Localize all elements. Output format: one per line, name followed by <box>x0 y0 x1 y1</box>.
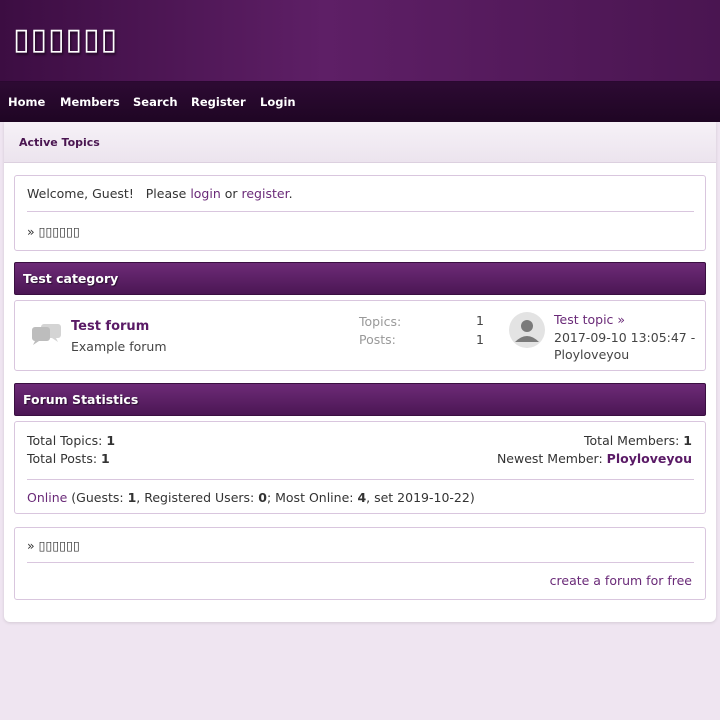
create-forum-link[interactable]: create a forum for free <box>550 573 692 588</box>
welcome-or: or <box>220 186 242 201</box>
welcome-prefix: Welcome, Guest! Please <box>27 186 191 201</box>
category-title[interactable]: Test category <box>23 271 118 286</box>
divider <box>27 211 694 212</box>
footer-board-link[interactable]: » ▯▯▯▯▯▯ <box>27 538 80 553</box>
avatar[interactable] <box>509 312 545 351</box>
last-post-arrow[interactable]: » <box>617 312 625 327</box>
total-topics: Total Topics: 1 <box>27 433 115 448</box>
last-post-topic-link[interactable]: Test topic <box>554 312 613 327</box>
welcome-text: Welcome, Guest! Please login or register… <box>27 186 293 201</box>
newest-member-label: Newest Member: <box>496 451 607 466</box>
divider <box>27 562 694 563</box>
board-index-link[interactable]: » ▯▯▯▯▯▯ <box>27 224 80 239</box>
site-title[interactable]: ▯▯▯▯▯▯ <box>13 22 118 57</box>
online-link[interactable]: Online <box>27 490 67 505</box>
last-post-author[interactable]: Ployloveyou <box>554 347 629 362</box>
most-online-date: , set 2019-10-22) <box>366 490 475 505</box>
footer-box: » ▯▯▯▯▯▯ create a forum for free <box>14 527 706 600</box>
nav-login[interactable]: Login <box>260 95 296 109</box>
total-members-value: 1 <box>683 433 692 448</box>
forum-name-link[interactable]: Test forum <box>71 319 149 334</box>
main-nav: Home Members Search Register Login <box>0 82 720 122</box>
most-online-value: 4 <box>357 490 367 505</box>
total-posts-value: 1 <box>101 451 110 466</box>
nav-search[interactable]: Search <box>133 95 178 109</box>
welcome-dot: . <box>288 186 293 201</box>
posts-count: 1 <box>476 332 484 347</box>
most-online-label: ; Most Online: <box>266 490 358 505</box>
newest-member: Newest Member: Ployloveyou <box>497 451 692 466</box>
active-topics-link[interactable]: Active Topics <box>19 136 100 149</box>
category-header: Test category <box>14 262 706 295</box>
registered-label: , Registered Users: <box>136 490 259 505</box>
newest-member-link[interactable]: Ployloveyou <box>607 451 692 466</box>
statistics-box: Total Topics: 1 Total Posts: 1 Total Mem… <box>14 421 706 514</box>
nav-register[interactable]: Register <box>191 95 246 109</box>
total-topics-label: Total Topics: <box>27 433 107 448</box>
posts-label: Posts: <box>359 332 396 347</box>
guests-label: (Guests: <box>67 490 128 505</box>
forum-description: Example forum <box>71 339 167 354</box>
total-members-label: Total Members: <box>584 433 684 448</box>
last-post-topic: Test topic » <box>554 312 625 327</box>
breadcrumb: Active Topics <box>4 122 716 163</box>
last-post-date: 2017-09-10 13:05:47 - <box>554 330 696 345</box>
login-link[interactable]: login <box>190 186 220 201</box>
total-posts-label: Total Posts: <box>27 451 102 466</box>
nav-home[interactable]: Home <box>8 95 45 109</box>
forum-row: Test forum Example forum Topics: 1 Posts… <box>14 300 706 371</box>
nav-members[interactable]: Members <box>60 95 120 109</box>
register-link[interactable]: register <box>242 186 289 201</box>
statistics-header: Forum Statistics <box>14 383 706 416</box>
total-members: Total Members: 1 <box>584 433 692 448</box>
guests-value: 1 <box>127 490 137 505</box>
total-topics-value: 1 <box>106 433 116 448</box>
statistics-title: Forum Statistics <box>23 392 139 407</box>
site-header: ▯▯▯▯▯▯ <box>0 0 720 82</box>
topics-label: Topics: <box>359 314 402 329</box>
total-posts: Total Posts: 1 <box>27 451 110 466</box>
topics-count: 1 <box>476 313 484 328</box>
online-stats: Online (Guests: 1, Registered Users: 0; … <box>27 490 475 505</box>
welcome-box: Welcome, Guest! Please login or register… <box>14 175 706 251</box>
registered-value: 0 <box>258 490 267 505</box>
divider <box>27 479 694 480</box>
forum-bubbles-icon <box>30 321 62 348</box>
